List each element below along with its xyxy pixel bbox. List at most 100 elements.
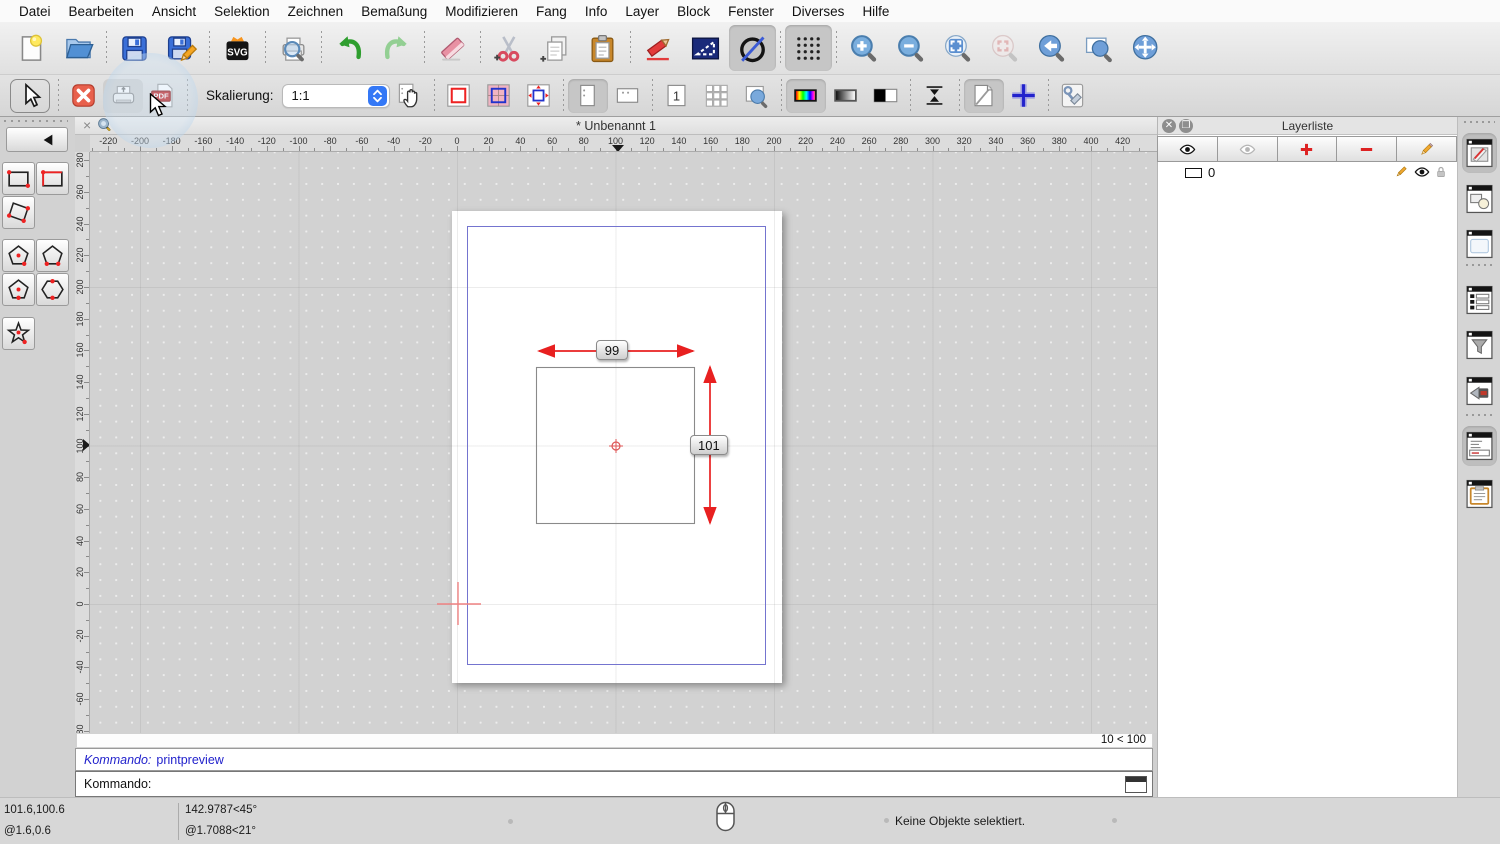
redo-button[interactable] [373, 25, 420, 71]
menu-hilfe[interactable]: Hilfe [853, 4, 898, 19]
ruler-tick [948, 148, 949, 151]
rect-3points-tool-button[interactable] [2, 196, 35, 229]
ruler-tick [806, 146, 807, 151]
back-arrow-tool-button[interactable] [6, 127, 68, 152]
zoom-extents-button[interactable] [935, 25, 982, 71]
edit-layer-icon[interactable] [1393, 164, 1409, 180]
zoom-pan-button[interactable] [1123, 25, 1170, 71]
pan-hand-button[interactable] [390, 79, 430, 113]
menu-fenster[interactable]: Fenster [719, 4, 783, 19]
zoom-selection-button[interactable] [982, 25, 1029, 71]
dock-command-line-button[interactable] [1462, 426, 1497, 466]
dock-layer-list-button[interactable] [1462, 133, 1497, 173]
menu-block[interactable]: Block [668, 4, 719, 19]
dock-library-browser-button[interactable] [1462, 224, 1497, 264]
menu-modifizieren[interactable]: Modifizieren [436, 4, 527, 19]
layer-row[interactable]: 0 [1158, 162, 1457, 183]
stepper-icon[interactable] [368, 86, 387, 106]
page-settings-button[interactable] [964, 79, 1004, 113]
rect-corner-size-tool-button[interactable] [36, 162, 69, 195]
zoom-in-button[interactable] [841, 25, 888, 71]
zoom-page-button[interactable] [737, 79, 777, 113]
grayscale-mode-button[interactable] [826, 79, 866, 113]
rect-2corners-tool-button[interactable] [2, 162, 35, 195]
menu-info[interactable]: Info [576, 4, 617, 19]
landscape-button[interactable] [608, 79, 648, 113]
ruler-tick [933, 146, 934, 151]
hide-all-layers-button[interactable] [1217, 136, 1278, 162]
menu-ansicht[interactable]: Ansicht [143, 4, 205, 19]
compress-view-button[interactable] [915, 79, 955, 113]
draw-pencil-button[interactable] [635, 25, 682, 71]
fit-page-button[interactable] [519, 79, 559, 113]
show-all-layers-button[interactable] [1157, 136, 1218, 162]
detach-command-line-button[interactable] [1125, 776, 1147, 793]
export-svg-button[interactable]: SVG [214, 25, 261, 71]
settings-tools-button[interactable] [1053, 79, 1093, 113]
new-file-button[interactable] [8, 25, 55, 71]
color-mode-button[interactable] [786, 79, 826, 113]
select-arrow-button[interactable] [10, 79, 50, 113]
zoom-previous-button[interactable] [1029, 25, 1076, 71]
page-margins-button[interactable] [479, 79, 519, 113]
undo-button[interactable] [326, 25, 373, 71]
grid-dots-button[interactable] [785, 25, 832, 71]
menu-bemassung[interactable]: Bemaßung [352, 4, 436, 19]
selection-rectangle-button[interactable] [682, 25, 729, 71]
delete-icon [437, 33, 468, 64]
menu-selektion[interactable]: Selektion [205, 4, 279, 19]
portrait-button[interactable] [568, 79, 608, 113]
menu-diverses[interactable]: Diverses [783, 4, 854, 19]
rename-layer-button[interactable] [1396, 136, 1457, 162]
print-preview-button[interactable] [270, 25, 317, 71]
copy-button[interactable] [532, 25, 579, 71]
export-pdf-button[interactable]: PDF [143, 79, 183, 113]
single-page-button[interactable]: 1 [657, 79, 697, 113]
save-as-button[interactable] [158, 25, 205, 71]
paste-button[interactable] [579, 25, 626, 71]
palette-handle[interactable] [4, 120, 68, 122]
menu-fang[interactable]: Fang [527, 4, 576, 19]
page-border-icon [445, 82, 472, 109]
open-file-button[interactable] [55, 25, 102, 71]
layer-visibility-icon[interactable] [1414, 164, 1430, 180]
layer-lock-icon[interactable] [1433, 164, 1449, 180]
close-preview-button[interactable] [63, 79, 103, 113]
scaling-select[interactable]: 1:1 [282, 84, 390, 108]
toolbar-separator [832, 31, 841, 65]
menu-zeichnen[interactable]: Zeichnen [279, 4, 353, 19]
cut-button[interactable] [485, 25, 532, 71]
polygon-2corners-tool-button[interactable] [36, 239, 69, 272]
multi-page-button[interactable] [697, 79, 737, 113]
dock-selection-filter-button[interactable] [1462, 325, 1497, 365]
save-button[interactable] [111, 25, 158, 71]
command-input[interactable]: Kommando: [75, 771, 1153, 797]
zoom-out-button[interactable] [888, 25, 935, 71]
menu-datei[interactable]: Datei [10, 4, 60, 19]
star-tool-button[interactable] [2, 317, 35, 350]
menu-layer[interactable]: Layer [616, 4, 668, 19]
polygon-side-side-tool-button[interactable] [36, 273, 69, 306]
dock-viewport-button[interactable] [1462, 371, 1497, 411]
page-border-button[interactable] [439, 79, 479, 113]
zoom-window-button[interactable] [1076, 25, 1123, 71]
dock-handle[interactable] [1464, 121, 1495, 123]
crosshair-button[interactable] [1004, 79, 1044, 113]
dock-block-list-button[interactable] [1462, 179, 1497, 219]
remove-layer-button[interactable] [1336, 136, 1397, 162]
ruler-label: 120 [75, 400, 85, 428]
menu-bearbeiten[interactable]: Bearbeiten [60, 4, 143, 19]
drawing-canvas[interactable]: 99 101 [90, 152, 1157, 733]
print-button[interactable] [103, 79, 143, 113]
status-separator [178, 803, 179, 840]
dock-clipboard-button[interactable] [1462, 474, 1497, 514]
dock-property-editor-button[interactable] [1462, 280, 1497, 320]
circle-diameter-button[interactable] [729, 25, 776, 71]
pan-hand-icon [396, 82, 423, 109]
polygon-center-corner-tool-button[interactable] [2, 239, 35, 272]
blackwhite-mode-button[interactable] [866, 79, 906, 113]
polygon-center-side-tool-button[interactable] [2, 273, 35, 306]
add-layer-button[interactable] [1277, 136, 1338, 162]
ruler-tick [837, 146, 838, 151]
delete-button[interactable] [429, 25, 476, 71]
